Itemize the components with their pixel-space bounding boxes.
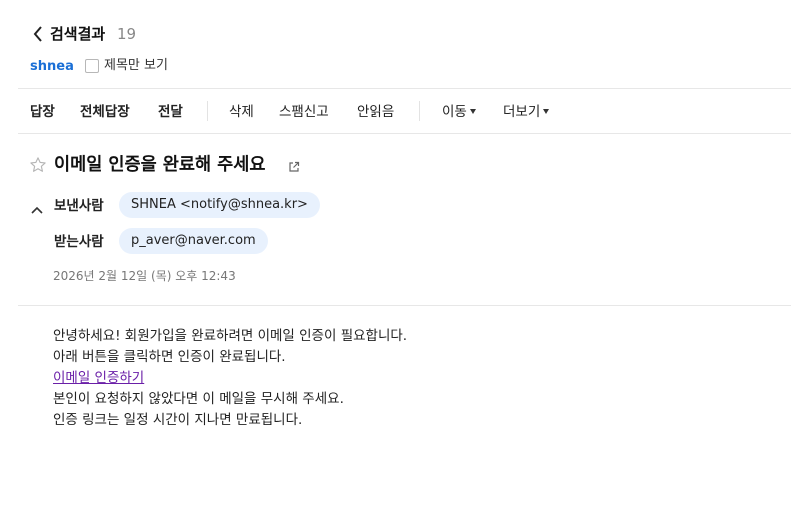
search-keyword-chip[interactable]: shnea: [30, 58, 74, 76]
result-count: 19: [117, 25, 137, 43]
toolbar-divider: [419, 101, 420, 121]
star-outline-icon: [30, 157, 46, 172]
move-label: 이동: [442, 104, 467, 120]
toolbar-divider: [207, 101, 208, 121]
page-title: 검색결과: [50, 25, 106, 43]
caret-down-icon: [543, 109, 550, 114]
toolbar-divider-bottom: [18, 133, 791, 134]
title-only-checkbox[interactable]: [85, 59, 99, 73]
more-button[interactable]: 더보기: [503, 102, 550, 122]
move-button[interactable]: 이동: [442, 102, 476, 122]
recipient-pill[interactable]: p_aver@naver.com: [119, 228, 268, 254]
header-divider: [18, 88, 791, 89]
mail-date: 2026년 2월 12일 (목) 오후 12:43: [53, 269, 236, 283]
title-only-label[interactable]: 제목만 보기: [104, 57, 168, 75]
verify-email-link[interactable]: 이메일 인증하기: [53, 370, 144, 386]
from-label: 보낸사람: [54, 198, 104, 214]
chevron-left-icon: [33, 26, 42, 42]
sender-pill[interactable]: SHNEA <notify@shnea.kr>: [119, 192, 320, 218]
body-line: 아래 버튼을 클릭하면 인증이 완료됩니다.: [53, 349, 286, 365]
reply-all-button[interactable]: 전체답장: [80, 102, 130, 122]
delete-button[interactable]: 삭제: [229, 102, 254, 122]
mark-unread-button[interactable]: 안읽음: [357, 102, 394, 122]
open-new-window-button[interactable]: [288, 158, 300, 172]
body-line: 인증 링크는 일정 시간이 지나면 만료됩니다.: [53, 412, 303, 428]
body-line: 안녕하세요! 회원가입을 완료하려면 이메일 인증이 필요합니다.: [53, 328, 408, 344]
forward-button[interactable]: 전달: [158, 102, 183, 122]
back-button[interactable]: [30, 24, 46, 44]
collapse-header-button[interactable]: [31, 199, 45, 214]
mail-body: 안녕하세요! 회원가입을 완료하려면 이메일 인증이 필요합니다. 아래 버튼을…: [53, 326, 407, 431]
body-line: 본인이 요청하지 않았다면 이 메일을 무시해 주세요.: [53, 391, 344, 407]
more-label: 더보기: [503, 104, 541, 120]
mail-subject: 이메일 인증을 완료해 주세요: [54, 155, 266, 175]
body-divider: [18, 305, 791, 306]
external-link-icon: [289, 161, 300, 172]
to-label: 받는사람: [54, 234, 104, 250]
chevron-up-icon: [31, 206, 43, 214]
caret-down-icon: [469, 109, 476, 114]
reply-button[interactable]: 답장: [30, 102, 55, 122]
spam-report-button[interactable]: 스팸신고: [279, 102, 329, 122]
star-button[interactable]: [29, 156, 47, 174]
